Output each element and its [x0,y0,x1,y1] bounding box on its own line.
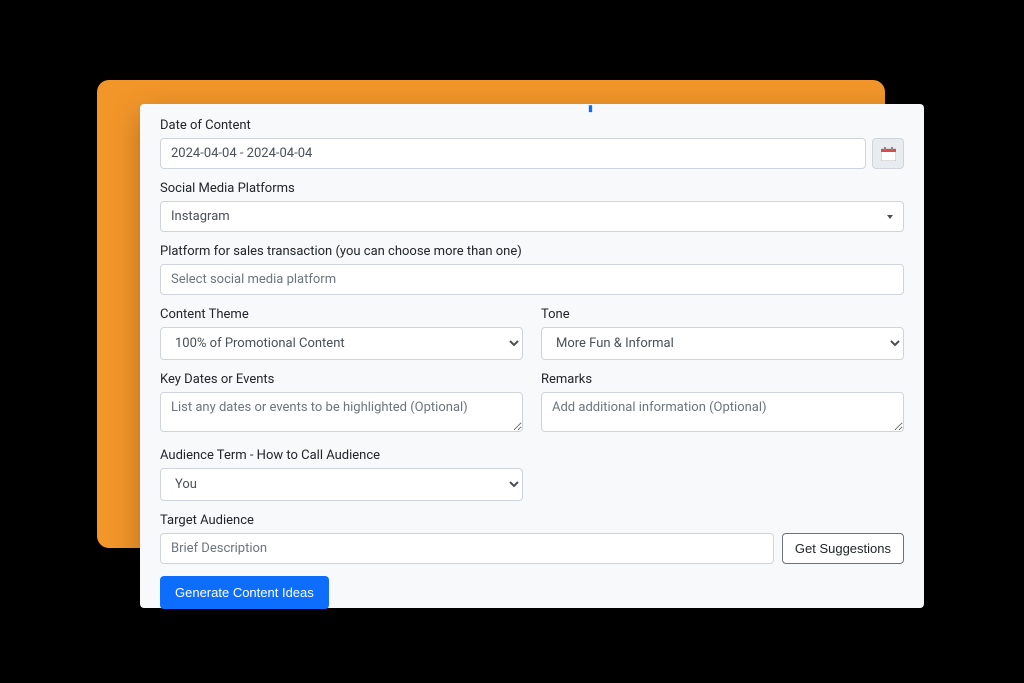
social-platforms-label: Social Media Platforms [160,181,904,196]
get-suggestions-button[interactable]: Get Suggestions [782,533,904,564]
target-audience-label: Target Audience [160,513,904,528]
sales-platform-input[interactable] [160,264,904,295]
key-dates-field: Key Dates or Events [160,372,523,436]
tone-field: Tone More Fun & Informal [541,307,904,360]
social-platforms-field: Social Media Platforms Instagram [160,181,904,232]
sales-platform-field: Platform for sales transaction (you can … [160,244,904,295]
social-platforms-value: Instagram [171,209,230,224]
content-theme-label: Content Theme [160,307,523,322]
target-audience-field: Target Audience Get Suggestions [160,513,904,564]
date-of-content-input[interactable] [160,138,866,169]
key-dates-textarea[interactable] [160,392,523,432]
generate-content-ideas-button[interactable]: Generate Content Ideas [160,576,329,609]
social-platforms-select[interactable]: Instagram [160,201,904,232]
date-of-content-field: Date of Content [160,118,904,169]
content-theme-field: Content Theme 100% of Promotional Conten… [160,307,523,360]
decorative-marker: ▮ [588,104,596,114]
tone-select[interactable]: More Fun & Informal [541,327,904,360]
audience-term-select[interactable]: You [160,468,523,501]
key-dates-label: Key Dates or Events [160,372,523,387]
target-audience-input[interactable] [160,533,774,564]
calendar-button[interactable] [872,138,904,169]
content-form-panel: ▮ Date of Content Social Media Platforms… [140,104,924,608]
remarks-textarea[interactable] [541,392,904,432]
tone-label: Tone [541,307,904,322]
sales-platform-label: Platform for sales transaction (you can … [160,244,904,259]
audience-term-label: Audience Term - How to Call Audience [160,448,523,463]
remarks-field: Remarks [541,372,904,436]
audience-term-field: Audience Term - How to Call Audience You [160,448,523,501]
content-theme-select[interactable]: 100% of Promotional Content [160,327,523,360]
remarks-label: Remarks [541,372,904,387]
date-of-content-label: Date of Content [160,118,904,133]
calendar-icon [881,147,896,161]
